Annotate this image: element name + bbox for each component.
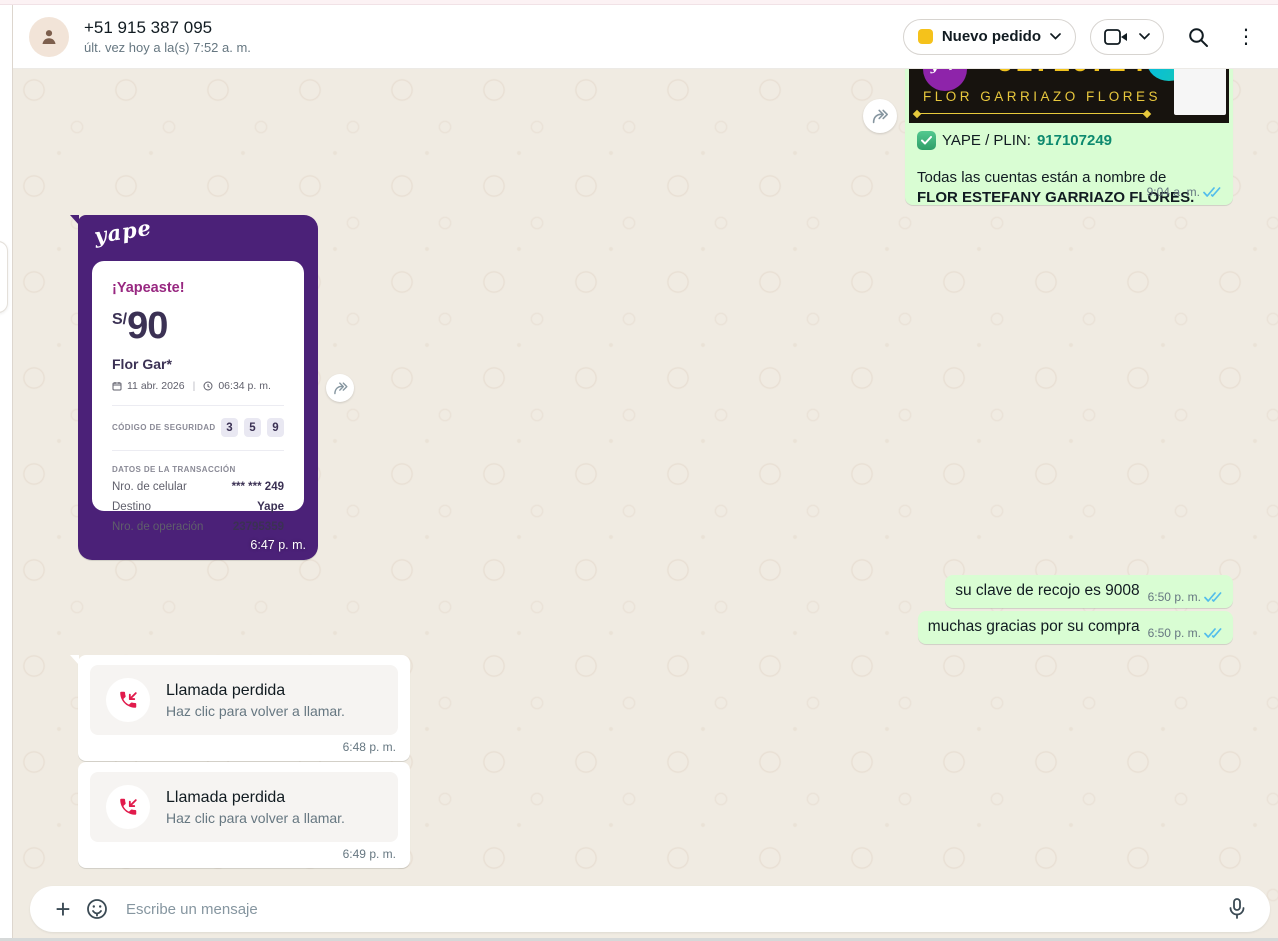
yape-receipt-card: ¡Yapeaste! S/90 Flor Gar* 11 abr. 2026 |… [92,261,304,511]
transaction-datetime: 11 abr. 2026 | 06:34 p. m. [112,380,284,392]
call-dropdown-button[interactable] [1090,19,1164,55]
flyer-owner-name: FLOR GARRIAZO FLORES [923,89,1161,104]
currency-symbol: S/ [112,311,127,328]
voice-message-button[interactable] [1220,892,1254,926]
flyer-price-list [1174,69,1226,115]
contact-phone-title[interactable]: +51 915 387 095 [84,17,903,38]
forward-message-button[interactable] [863,99,897,133]
read-double-check-icon [1204,627,1224,639]
incoming-yape-receipt-image[interactable]: yape ¡Yapeaste! S/90 Flor Gar* 11 abr. 2… [78,215,318,560]
missed-call-callback-card[interactable]: Llamada perdida Haz clic para volver a l… [90,772,398,842]
outgoing-text-message[interactable]: muchas gracias por su compra 6:50 p. m. [918,611,1233,644]
yellow-label-icon [918,29,933,44]
clock-icon [203,381,213,391]
chat-header: +51 915 387 095 últ. vez hoy a la(s) 7:5… [13,5,1278,69]
yape-receipt-title: ¡Yapeaste! [112,280,284,296]
row-value: Yape [257,500,284,514]
message-panel[interactable]: yape 917107249 FLOR GARRIAZO FLORES YAPE… [13,69,1278,941]
row-value: 23795359 [233,520,284,534]
read-double-check-icon [1203,186,1223,198]
transaction-data-label: DATOS DE LA TRANSACCIÓN [112,465,284,474]
yape-logo: yape [92,215,153,249]
row-label: Nro. de operación [112,520,203,534]
microphone-icon [1227,897,1247,921]
video-camera-icon [1104,28,1128,46]
chevron-down-icon [1139,33,1150,40]
green-check-emoji [917,131,936,150]
chat-list-panel-edge [0,5,13,941]
missed-call-subtitle: Haz clic para volver a llamar. [166,809,345,828]
contact-avatar[interactable] [29,17,69,57]
label-dropdown-button[interactable]: Nuevo pedido [903,19,1076,55]
message-time: 6:50 p. m. [1148,590,1201,604]
caption-phone-link[interactable]: 917107249 [1037,132,1112,149]
transaction-row: Destino Yape [112,500,284,514]
code-digit: 3 [221,418,238,437]
transaction-time: 06:34 p. m. [218,380,271,392]
transaction-date: 11 abr. 2026 [127,380,185,392]
person-icon [37,25,61,49]
calendar-icon [112,381,122,391]
missed-call-title: Llamada perdida [166,680,345,702]
security-code-label: CÓDIGO DE SEGURIDAD [112,423,216,432]
message-time: 9:04 a. m. [1147,185,1200,199]
missed-call-icon [117,689,139,711]
sticker-face-icon [85,897,109,921]
label-dropdown-text: Nuevo pedido [942,28,1041,45]
last-seen-status: últ. vez hoy a la(s) 7:52 a. m. [84,39,903,57]
divider [112,450,284,451]
message-text: muchas gracias por su compra [928,617,1140,637]
message-time: 6:47 p. m. [250,538,306,552]
amount-value: 90 [127,305,167,347]
missed-call-subtitle: Haz clic para volver a llamar. [166,702,345,721]
yape-amount: S/90 [112,305,284,348]
chat-list-item-peek[interactable] [0,241,8,313]
flyer-divider [917,113,1147,114]
missed-call-message: Llamada perdida Haz clic para volver a l… [78,655,410,761]
caption-yape-plin-label: YAPE / PLIN: [942,132,1031,149]
plus-icon: + [55,896,70,922]
outgoing-text-message[interactable]: su clave de recojo es 9008 6:50 p. m. [945,575,1233,608]
kebab-menu-icon: ⋮ [1236,27,1256,47]
window-top-strip [0,0,1278,5]
message-time: 6:48 p. m. [343,740,396,754]
missed-call-message: Llamada perdida Haz clic para volver a l… [78,762,410,868]
search-icon [1187,26,1209,48]
attach-button[interactable]: + [46,892,80,926]
message-time: 6:50 p. m. [1148,626,1201,640]
chat-menu-button[interactable]: ⋮ [1232,17,1260,57]
missed-call-icon [117,796,139,818]
security-code-digits: 3 5 9 [221,418,284,437]
message-input[interactable]: Escribe un mensaje [126,901,1220,918]
transaction-row: Nro. de celular *** *** 249 [112,480,284,494]
transaction-row: Nro. de operación 23795359 [112,520,284,534]
code-digit: 9 [267,418,284,437]
missed-call-title: Llamada perdida [166,787,345,809]
flyer-phone-number: 917107249 [997,69,1165,79]
chevron-down-icon [1050,33,1061,40]
message-text: su clave de recojo es 9008 [955,581,1139,601]
missed-call-callback-card[interactable]: Llamada perdida Haz clic para volver a l… [90,665,398,735]
row-value: *** *** 249 [232,480,284,494]
row-label: Nro. de celular [112,480,187,494]
row-label: Destino [112,500,151,514]
forward-message-button[interactable] [326,374,354,402]
message-composer[interactable]: + Escribe un mensaje [30,886,1270,932]
separator: | [193,380,196,392]
recipient-name: Flor Gar* [112,356,284,372]
divider [112,405,284,406]
read-double-check-icon [1204,591,1224,603]
flyer-image-attachment[interactable]: yape 917107249 FLOR GARRIAZO FLORES [909,69,1229,123]
message-time: 6:49 p. m. [343,847,396,861]
sticker-button[interactable] [80,892,114,926]
search-in-chat-button[interactable] [1178,17,1218,57]
code-digit: 5 [244,418,261,437]
outgoing-image-message[interactable]: yape 917107249 FLOR GARRIAZO FLORES YAPE… [905,69,1233,205]
